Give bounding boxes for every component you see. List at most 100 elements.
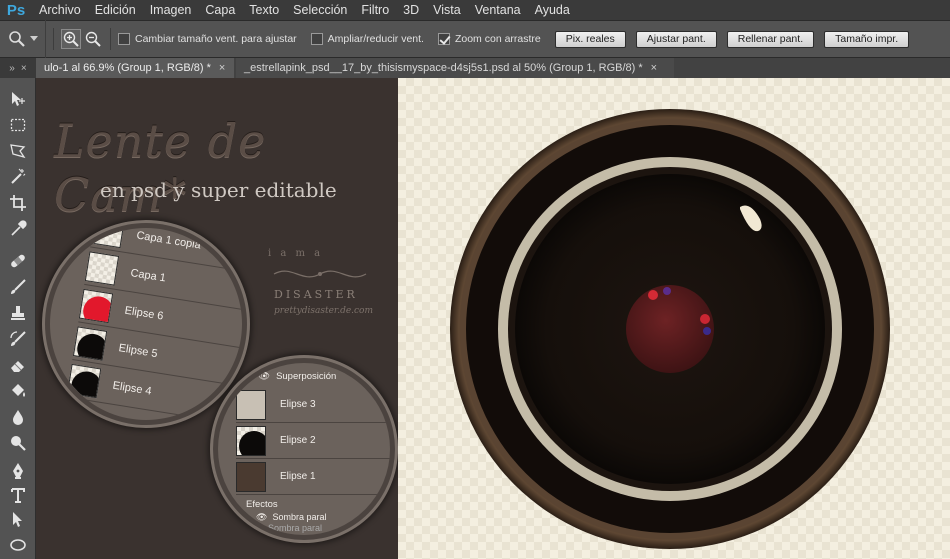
- layer-row: Elipse 2: [236, 423, 390, 459]
- checkbox-box[interactable]: [118, 33, 130, 45]
- reflection-dot: [648, 290, 658, 300]
- effect-name: Superposición: [276, 370, 337, 382]
- document-tab-active[interactable]: ulo-1 al 66.9% (Group 1, RGB/8) * ×: [36, 58, 234, 78]
- layer-name: Elipse 2: [280, 435, 316, 446]
- brush-tool-button[interactable]: [6, 276, 30, 298]
- layer-name: Elipse 3: [280, 399, 316, 410]
- blur-tool-button[interactable]: [6, 406, 30, 428]
- effects-row: Efectos: [246, 497, 386, 511]
- menu-filtro[interactable]: Filtro: [354, 0, 396, 20]
- move-icon: [12, 92, 25, 106]
- ellipse-shape-icon: [10, 539, 26, 551]
- document-canvas[interactable]: Lente de Cam* en psd y super editable i …: [36, 78, 950, 559]
- lens-pupil: [626, 285, 714, 373]
- crop-icon: [10, 195, 26, 211]
- layer-name: Elipse 6: [123, 304, 165, 323]
- magic-wand-tool-button[interactable]: [6, 166, 30, 188]
- clone-stamp-tool-button[interactable]: [6, 302, 30, 324]
- chevron-down-icon: [29, 36, 38, 41]
- layers-magnifier-1: Capa 1 copia Capa 1 Elipse 6 Elipse 5 El…: [50, 228, 242, 420]
- crop-tool-button[interactable]: [6, 192, 30, 214]
- scrubby-zoom-checkbox[interactable]: Zoom con arrastre: [437, 33, 541, 45]
- tab-label: ulo-1 al 66.9% (Group 1, RGB/8) *: [44, 62, 211, 74]
- stamp-icon: [11, 306, 25, 320]
- zoom-all-windows-checkbox[interactable]: Ampliar/reducir vent.: [310, 33, 424, 45]
- layer-thumbnail: [72, 325, 108, 361]
- close-tab-icon[interactable]: ×: [219, 62, 225, 74]
- divider: [53, 28, 54, 50]
- dodge-tool-button[interactable]: [6, 432, 30, 454]
- pen-tool-button[interactable]: [6, 460, 30, 482]
- checkbox-label: Ampliar/reducir vent.: [327, 33, 424, 45]
- menu-3d[interactable]: 3D: [396, 0, 426, 20]
- paint-bucket-tool-button[interactable]: [6, 380, 30, 402]
- layer-name: Elipse 1: [280, 471, 316, 482]
- layer-row: Elipse 1: [236, 459, 390, 495]
- checkbox-box-checked[interactable]: [437, 33, 450, 45]
- fit-screen-button[interactable]: Ajustar pant.: [635, 30, 717, 48]
- menu-ventana[interactable]: Ventana: [468, 0, 528, 20]
- eyedropper-icon: [11, 220, 27, 236]
- layer-name: Elipse 4: [111, 379, 153, 398]
- menu-seleccion[interactable]: Selección: [286, 0, 354, 20]
- zoom-in-button[interactable]: [61, 29, 81, 49]
- menu-ayuda[interactable]: Ayuda: [528, 0, 577, 20]
- panel-close-icon[interactable]: ×: [21, 63, 27, 74]
- healing-brush-tool-button[interactable]: [6, 250, 30, 272]
- menu-archivo[interactable]: Archivo: [32, 0, 88, 20]
- menu-edicion[interactable]: Edición: [88, 0, 143, 20]
- shape-tool-button[interactable]: [6, 533, 30, 555]
- resize-windows-checkbox[interactable]: Cambiar tamaño vent. para ajustar: [118, 33, 297, 45]
- visibility-eye-icon: 👁: [256, 511, 268, 522]
- reflection-dot: [703, 327, 711, 335]
- paint-bucket-icon: [12, 384, 25, 397]
- effect-row: 👁 Superposición: [258, 367, 390, 385]
- document-tabs: » × ulo-1 al 66.9% (Group 1, RGB/8) * × _…: [0, 58, 950, 78]
- path-selection-arrow-icon: [13, 512, 22, 527]
- photoshop-logo[interactable]: Ps: [0, 0, 32, 20]
- layer-row: Elipse 3: [236, 387, 390, 423]
- menu-vista[interactable]: Vista: [426, 0, 468, 20]
- eyedropper-tool-button[interactable]: [6, 218, 30, 240]
- checkbox-label: Zoom con arrastre: [454, 33, 541, 45]
- type-tool-button[interactable]: [6, 484, 30, 506]
- layer-thumbnail: [84, 250, 120, 286]
- menu-capa[interactable]: Capa: [198, 0, 242, 20]
- effects-label: Efectos: [246, 498, 278, 510]
- close-tab-icon[interactable]: ×: [651, 62, 657, 74]
- shape-swatch: [75, 331, 108, 361]
- eraser-tool-button[interactable]: [6, 354, 30, 376]
- pen-icon: [13, 463, 23, 479]
- move-tool-button[interactable]: [6, 88, 30, 110]
- history-brush-tool-button[interactable]: [6, 328, 30, 350]
- menu-texto[interactable]: Texto: [242, 0, 286, 20]
- menu-imagen[interactable]: Imagen: [143, 0, 199, 20]
- reflection-dot: [663, 287, 671, 295]
- tab-label: _estrellapink_psd__17_by_thisismyspace-d…: [244, 62, 643, 74]
- document-tab[interactable]: _estrellapink_psd__17_by_thisismyspace-d…: [236, 58, 674, 78]
- layer-thumbnail: [78, 288, 114, 323]
- lens-artwork: [398, 78, 950, 559]
- polygonal-lasso-icon: [10, 144, 26, 159]
- visibility-eye-icon: 👁: [258, 370, 271, 382]
- collapse-icon[interactable]: »: [9, 63, 15, 74]
- lasso-tool-button[interactable]: [6, 140, 30, 162]
- zoom-out-button[interactable]: [83, 29, 103, 49]
- path-selection-tool-button[interactable]: [6, 508, 30, 530]
- reflection-dot: [700, 314, 710, 324]
- tool-preset-picker[interactable]: [0, 20, 46, 58]
- fill-screen-button[interactable]: Rellenar pant.: [726, 30, 815, 48]
- layer-thumbnail: [236, 389, 266, 420]
- toolbox-header[interactable]: » ×: [0, 58, 36, 78]
- zoom-in-icon: [63, 31, 79, 47]
- marquee-tool-button[interactable]: [6, 114, 30, 136]
- magic-wand-icon: [11, 168, 26, 184]
- print-size-button[interactable]: Tamaño impr.: [824, 30, 910, 48]
- actual-pixels-button[interactable]: Pix. reales: [554, 30, 626, 48]
- checkbox-box[interactable]: [310, 33, 323, 45]
- zoom-tool-icon: [8, 31, 25, 47]
- history-brush-icon: [10, 331, 26, 346]
- options-bar: Cambiar tamaño vent. para ajustar Amplia…: [0, 20, 950, 58]
- layer-name: Capa 1: [129, 266, 167, 284]
- effect-name: Sombra paral: [268, 523, 323, 533]
